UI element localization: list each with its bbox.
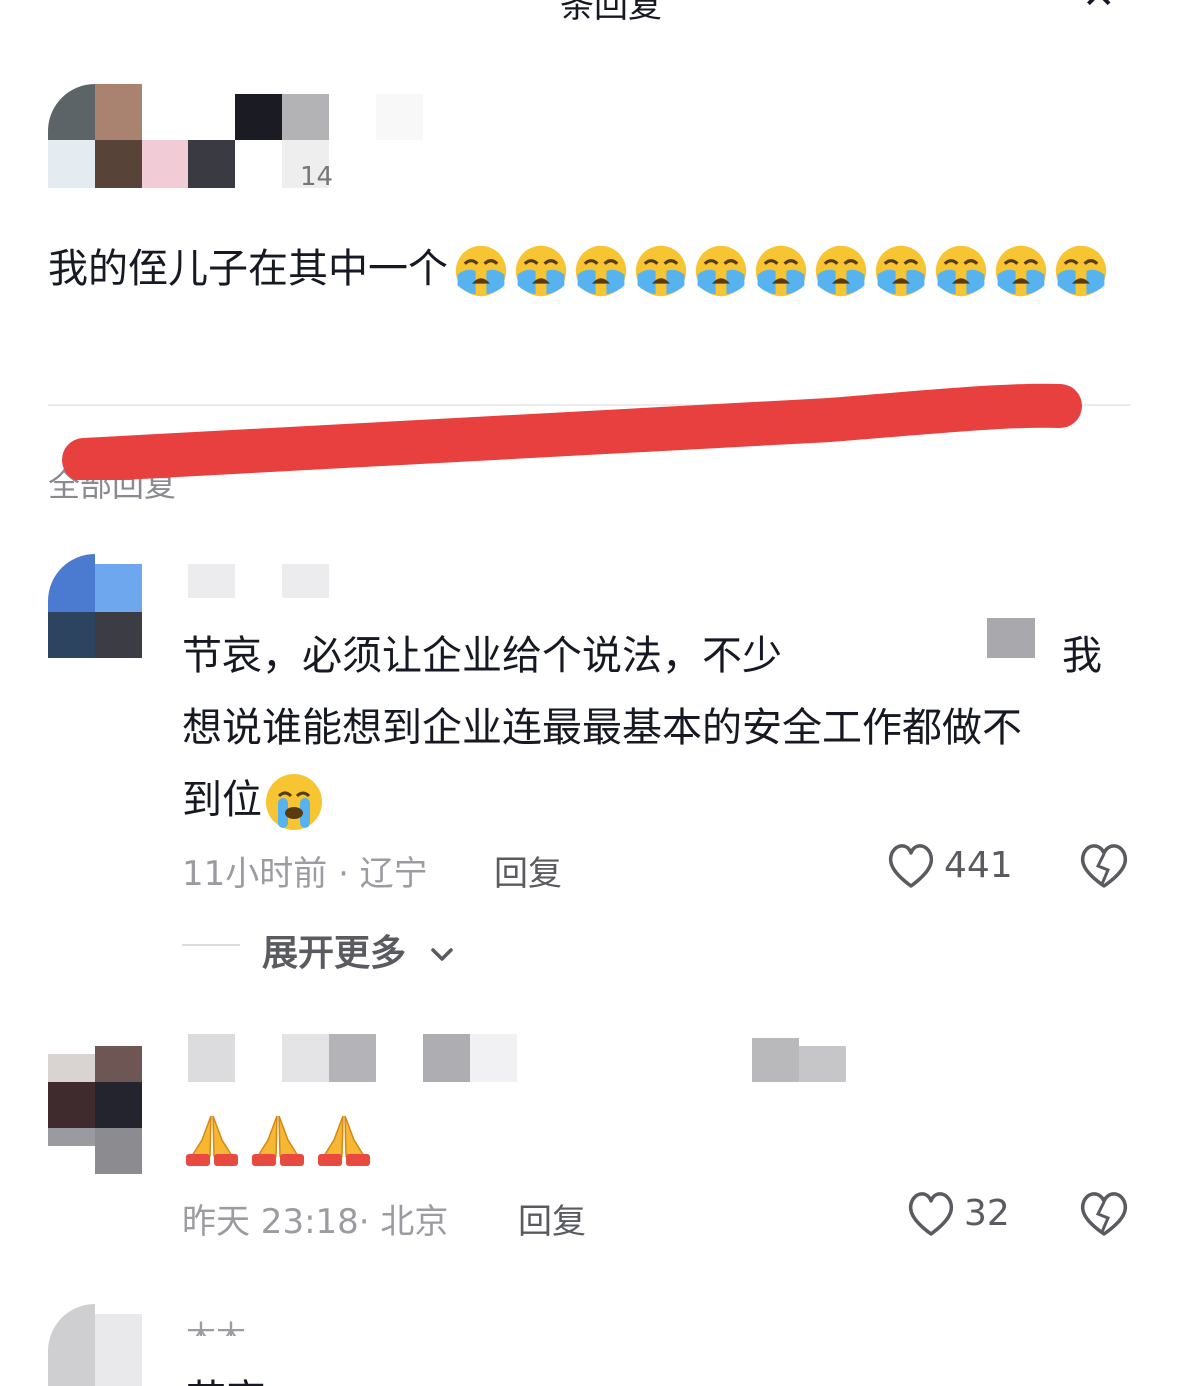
reply-meta: 昨天 23:18· 北京	[182, 1202, 449, 1242]
reply-avatar[interactable]	[48, 1046, 142, 1174]
heart-icon[interactable]	[886, 842, 936, 890]
folded-hands-icon	[186, 1115, 238, 1166]
loudly-crying-face-icon	[815, 245, 867, 297]
reply-text-line: 想说谁能想到企业连最最基本的安全工作都做不	[182, 705, 1022, 751]
dislike-icon[interactable]	[1078, 842, 1130, 890]
loudly-crying-face-icon	[1055, 245, 1107, 297]
crying-face-icon	[266, 774, 322, 830]
reply-avatar[interactable]	[48, 1304, 142, 1386]
folded-hands-group	[182, 1110, 380, 1170]
reply-button[interactable]: 回复	[494, 846, 562, 895]
dislike-icon[interactable]	[1078, 1190, 1130, 1238]
reply-text-line: 到位	[182, 764, 1112, 836]
expand-more-label: 展开更多	[262, 933, 407, 974]
redaction-block	[987, 618, 1035, 658]
red-marker-redaction	[62, 383, 1082, 480]
like-count: 32	[964, 1193, 1010, 1234]
reply-button[interactable]: 回复	[518, 1194, 586, 1243]
post-text: 我的侄儿子在其中一个	[48, 238, 1138, 300]
loudly-crying-face-icon	[755, 245, 807, 297]
post-author-time: 14	[300, 162, 334, 192]
reply-avatar[interactable]	[48, 554, 142, 658]
reply-text: 节哀，必须让企业给个说法，不少 我 想说谁能想到企业连最最基本的安全工作都做不 …	[182, 618, 1112, 836]
folded-hands-icon	[252, 1115, 304, 1166]
reply-meta: 11小时前 · 辽宁	[182, 854, 428, 894]
crying-emoji-group	[448, 245, 1108, 297]
loudly-crying-face-icon	[995, 245, 1047, 297]
reply-author-name: 木木	[186, 1312, 246, 1336]
like-count: 441	[944, 845, 1013, 886]
reply-author-name-redacted	[188, 564, 330, 598]
reply-text-segment: 到位	[182, 777, 262, 823]
loudly-crying-face-icon	[695, 245, 747, 297]
reply-text-segment: 节哀，必须让企业给个说法，不少	[182, 633, 782, 679]
folded-hands-icon	[318, 1115, 370, 1166]
heart-icon[interactable]	[906, 1190, 956, 1238]
reply-text-segment: 我	[1062, 633, 1102, 679]
expand-line	[182, 944, 240, 946]
header-title: 条回复	[560, 0, 662, 26]
loudly-crying-face-icon	[515, 245, 567, 297]
reply-text-line: 节哀，必须让企业给个说法，不少 我	[182, 618, 1112, 692]
loudly-crying-face-icon	[575, 245, 627, 297]
close-icon[interactable]: ✕	[1082, 0, 1116, 18]
loudly-crying-face-icon	[935, 245, 987, 297]
post-author-avatar[interactable]	[48, 84, 142, 188]
reply-author-name-redacted	[188, 1034, 848, 1082]
chevron-down-icon	[430, 948, 453, 961]
expand-more-button[interactable]: 展开更多	[262, 924, 455, 976]
post-text-content: 我的侄儿子在其中一个	[48, 246, 448, 292]
loudly-crying-face-icon	[635, 245, 687, 297]
reply-text: 节哀	[186, 1370, 266, 1386]
loudly-crying-face-icon	[455, 245, 507, 297]
post-author-name-redacted	[142, 94, 424, 188]
loudly-crying-face-icon	[875, 245, 927, 297]
